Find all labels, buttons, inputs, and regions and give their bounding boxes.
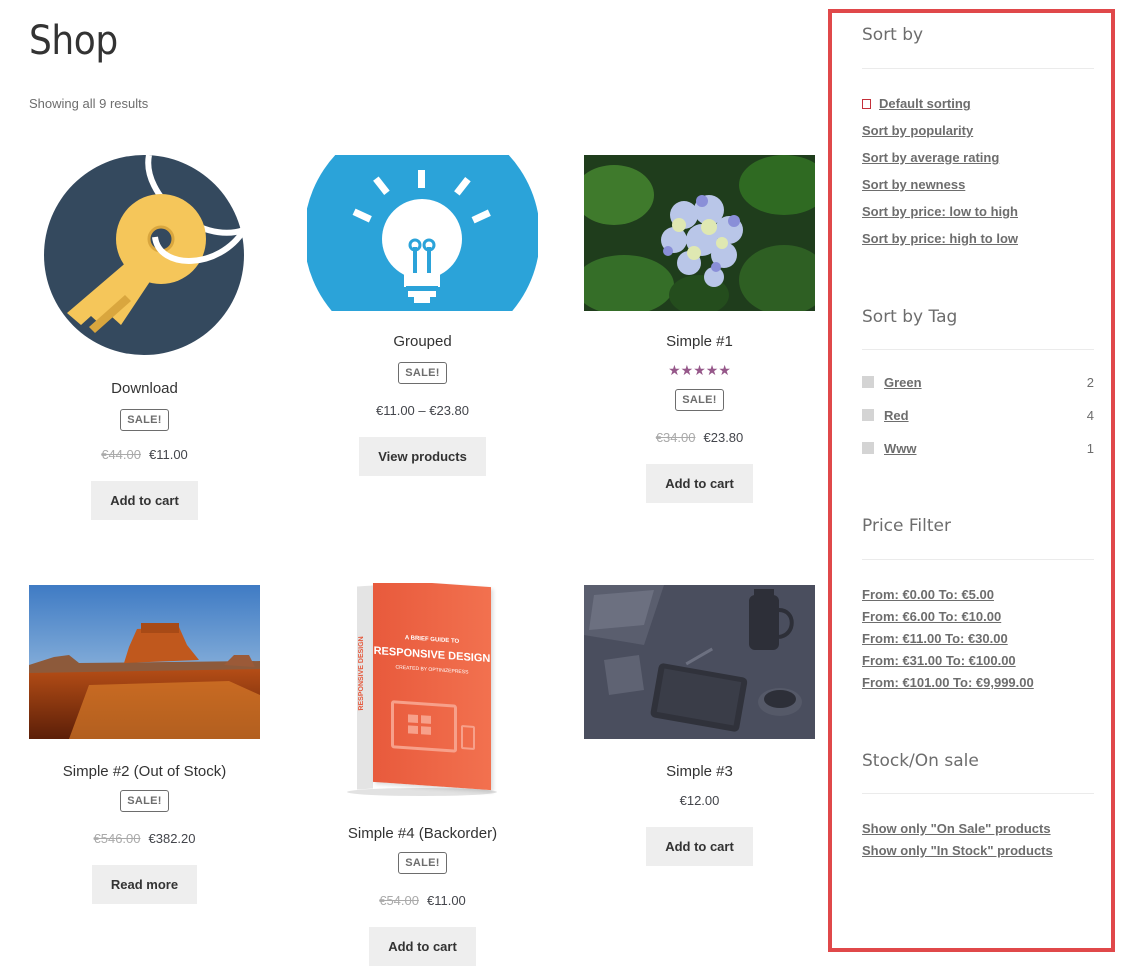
tag-filter-red: Red 4 <box>862 408 1094 424</box>
divider <box>862 349 1094 350</box>
product-price: €44.00 €11.00 <box>29 447 260 462</box>
sale-price: €11.00 <box>148 447 188 462</box>
page-title: Shop <box>29 18 118 64</box>
sale-badge: SALE! <box>120 790 169 812</box>
tag-filter-www: Www 1 <box>862 441 1094 457</box>
book-cover-author: CREATED BY OPTINIZEPRESS <box>395 664 469 676</box>
view-products-button[interactable]: View products <box>359 437 486 476</box>
price-range-link[interactable]: From: €31.00 To: €100.00 <box>862 653 1016 668</box>
book-spine: RESPONSIVE DESIGN <box>357 585 373 790</box>
add-to-cart-button[interactable]: Add to cart <box>91 481 198 520</box>
product-card-simple-1: Simple #1 ★★★★★ SALE! €34.00 €23.80 Add t… <box>584 155 815 503</box>
price-range-link[interactable]: From: €101.00 To: €9,999.00 <box>862 675 1034 690</box>
tag-count: 4 <box>1086 408 1094 423</box>
product-image-grouped[interactable] <box>307 155 538 311</box>
product-card-download: Download SALE! €44.00 €11.00 Add to cart <box>29 155 260 520</box>
price-range-link[interactable]: From: €0.00 To: €5.00 <box>862 587 994 602</box>
product-image-simple-4[interactable]: RESPONSIVE DESIGN A BRIEF GUIDE TO RESPO… <box>307 583 538 798</box>
product-card-simple-3: Simple #3 €12.00 Add to cart <box>584 585 815 866</box>
sale-price: €11.00 <box>426 893 466 908</box>
result-count: Showing all 9 results <box>29 96 149 111</box>
product-name[interactable]: Simple #4 (Backorder) <box>307 823 538 845</box>
book-cover-monitor <box>391 700 457 753</box>
tag-count: 1 <box>1086 441 1094 456</box>
book-cover-phone <box>461 725 475 751</box>
stock-on-sale-title: Stock/On sale <box>862 751 979 771</box>
sale-price: €382.20 <box>148 831 196 846</box>
add-to-cart-button[interactable]: Add to cart <box>369 927 476 966</box>
product-image-simple-2[interactable] <box>29 585 260 739</box>
sort-by-tag-title: Sort by Tag <box>862 307 958 327</box>
tag-filter-green: Green 2 <box>862 375 1094 391</box>
book-spine-text: RESPONSIVE DESIGN <box>358 636 365 711</box>
sort-newness-link[interactable]: Sort by newness <box>862 177 965 192</box>
old-price: €44.00 <box>101 447 141 462</box>
book-shadow <box>347 788 497 796</box>
add-to-cart-button[interactable]: Add to cart <box>646 464 753 503</box>
sort-rating-link[interactable]: Sort by average rating <box>862 150 999 165</box>
sort-price-desc-link[interactable]: Sort by price: high to low <box>862 231 1018 246</box>
product-image-download[interactable] <box>29 155 260 356</box>
tag-label[interactable]: Www <box>884 441 917 456</box>
tag-checkbox[interactable] <box>862 442 874 454</box>
divider <box>862 793 1094 794</box>
show-in-stock-link[interactable]: Show only "In Stock" products <box>862 843 1053 858</box>
book-cover-small: A BRIEF GUIDE TO <box>404 635 460 645</box>
product-price: €11.00 – €23.80 <box>375 403 469 418</box>
shop-filter-sidebar: Sort by Default sorting Sort by populari… <box>828 9 1115 952</box>
product-name[interactable]: Grouped <box>307 331 538 353</box>
product-card-simple-4: RESPONSIVE DESIGN A BRIEF GUIDE TO RESPO… <box>307 583 538 966</box>
sale-badge: SALE! <box>398 362 447 384</box>
star-rating: ★★★★★ <box>668 362 731 378</box>
sale-badge: SALE! <box>398 852 447 874</box>
price-range-link[interactable]: From: €11.00 To: €30.00 <box>862 631 1008 646</box>
book-cover-title: RESPONSIVE DESIGN <box>373 644 491 666</box>
show-on-sale-link[interactable]: Show only "On Sale" products <box>862 821 1051 836</box>
tag-checkbox[interactable] <box>862 376 874 388</box>
tag-count: 2 <box>1086 375 1094 390</box>
divider <box>862 559 1094 560</box>
sale-badge: SALE! <box>120 409 169 431</box>
product-price: €12.00 <box>679 793 720 808</box>
sort-by-title: Sort by <box>862 25 924 45</box>
product-price: €54.00 €11.00 <box>307 893 538 908</box>
product-card-grouped: Grouped SALE! €11.00 – €23.80 View produ… <box>307 155 538 476</box>
product-name[interactable]: Download <box>29 378 260 400</box>
product-price: €546.00 €382.20 <box>29 831 260 846</box>
divider <box>862 68 1094 69</box>
read-more-button[interactable]: Read more <box>91 865 198 904</box>
product-price: €34.00 €23.80 <box>584 430 815 445</box>
price-filter-title: Price Filter <box>862 516 951 536</box>
price-range-link[interactable]: From: €6.00 To: €10.00 <box>862 609 1001 624</box>
sale-badge: SALE! <box>675 389 724 411</box>
old-price: €34.00 <box>655 430 696 445</box>
add-to-cart-button[interactable]: Add to cart <box>646 827 753 866</box>
sort-price-asc-link[interactable]: Sort by price: low to high <box>862 204 1018 219</box>
old-price: €546.00 <box>93 831 141 846</box>
sort-default-link[interactable]: Default sorting <box>862 96 971 111</box>
product-name[interactable]: Simple #2 (Out of Stock) <box>29 761 260 783</box>
tag-label[interactable]: Red <box>884 408 909 423</box>
sale-price: €23.80 <box>703 430 744 445</box>
book-cover: A BRIEF GUIDE TO RESPONSIVE DESIGN CREAT… <box>373 583 491 791</box>
product-name[interactable]: Simple #3 <box>584 761 815 783</box>
old-price: €54.00 <box>379 893 419 908</box>
product-card-simple-2: Simple #2 (Out of Stock) SALE! €546.00 €3… <box>29 585 260 904</box>
selected-sort-icon <box>862 99 871 109</box>
tag-label[interactable]: Green <box>884 375 922 390</box>
sort-popularity-link[interactable]: Sort by popularity <box>862 123 973 138</box>
product-name[interactable]: Simple #1 <box>584 331 815 353</box>
product-image-simple-3[interactable] <box>584 585 815 739</box>
tag-checkbox[interactable] <box>862 409 874 421</box>
product-image-simple-1[interactable] <box>584 155 815 311</box>
